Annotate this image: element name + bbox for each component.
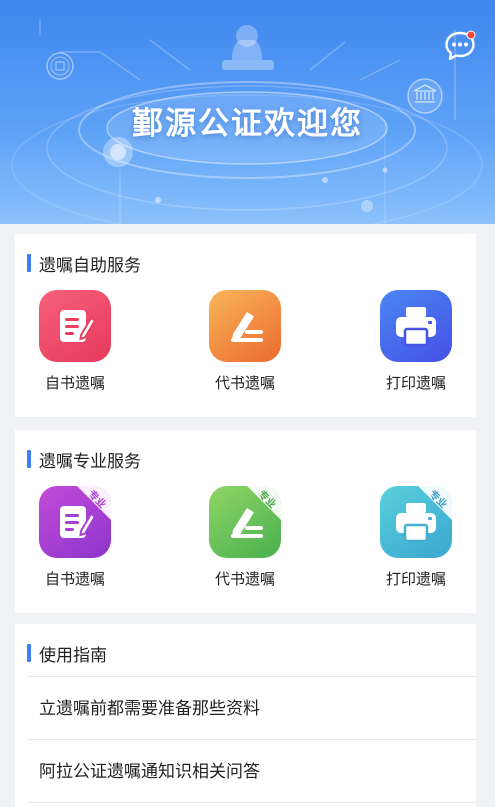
service-label: 代书遗嘱 [214, 374, 275, 392]
section-title: 遗嘱专业服务 [39, 451, 141, 472]
print-will-button[interactable]: 打印遗嘱 [361, 290, 471, 393]
section-accent-bar [27, 644, 31, 662]
document-edit-icon [60, 310, 97, 342]
service-tile: 专业 [39, 486, 111, 558]
chat-bubble-icon [445, 30, 476, 61]
section-title: 使用指南 [39, 645, 107, 666]
guide-card: 使用指南 立遗嘱前都需要准备那些资料 阿拉公证遗嘱通知识相关问答 [15, 624, 476, 807]
service-tile [39, 290, 111, 362]
pro-badge: 专业 [247, 486, 281, 520]
page-title: 鄞源公证欢迎您 [132, 106, 363, 142]
pro-badge: 专业 [418, 486, 452, 520]
service-tile: 专业 [380, 486, 452, 558]
service-label: 自书遗嘱 [44, 570, 105, 588]
guide-list-item[interactable]: 立遗嘱前都需要准备那些资料 [27, 676, 476, 736]
self-written-will-button[interactable]: 自书遗嘱 [20, 290, 130, 393]
service-tile: 专业 [209, 486, 281, 558]
printer-icon [396, 307, 436, 347]
section-accent-bar [27, 450, 31, 468]
section-accent-bar [27, 254, 31, 272]
header-banner: 鄞源公证欢迎您 [0, 0, 495, 224]
service-label: 代书遗嘱 [214, 570, 275, 588]
section-header: 使用指南 [27, 642, 107, 666]
section-title: 遗嘱自助服务 [39, 255, 141, 276]
pro-badge: 专业 [77, 486, 111, 520]
section-header: 遗嘱专业服务 [27, 448, 141, 472]
pro-self-written-will-button[interactable]: 专业 自书遗嘱 [20, 486, 130, 589]
message-button[interactable] [444, 30, 476, 62]
pro-proxy-written-will-button[interactable]: 专业 代书遗嘱 [190, 486, 300, 589]
section-header: 遗嘱自助服务 [27, 252, 141, 276]
pen-sign-icon [231, 312, 263, 342]
self-service-card: 遗嘱自助服务 自书遗嘱 代书遗嘱 打印遗嘱 [15, 234, 476, 417]
proxy-written-will-button[interactable]: 代书遗嘱 [190, 290, 300, 393]
service-label: 打印遗嘱 [385, 570, 446, 588]
service-label: 自书遗嘱 [44, 374, 105, 392]
service-tile [380, 290, 452, 362]
service-label: 打印遗嘱 [385, 374, 446, 392]
guide-list-item[interactable]: 阿拉公证遗嘱通知识相关问答 [27, 739, 476, 803]
pro-service-card: 遗嘱专业服务 专业 自书遗嘱 专业 代书遗嘱 专业 打印遗嘱 [15, 430, 476, 613]
pro-print-will-button[interactable]: 专业 打印遗嘱 [361, 486, 471, 589]
service-tile [209, 290, 281, 362]
